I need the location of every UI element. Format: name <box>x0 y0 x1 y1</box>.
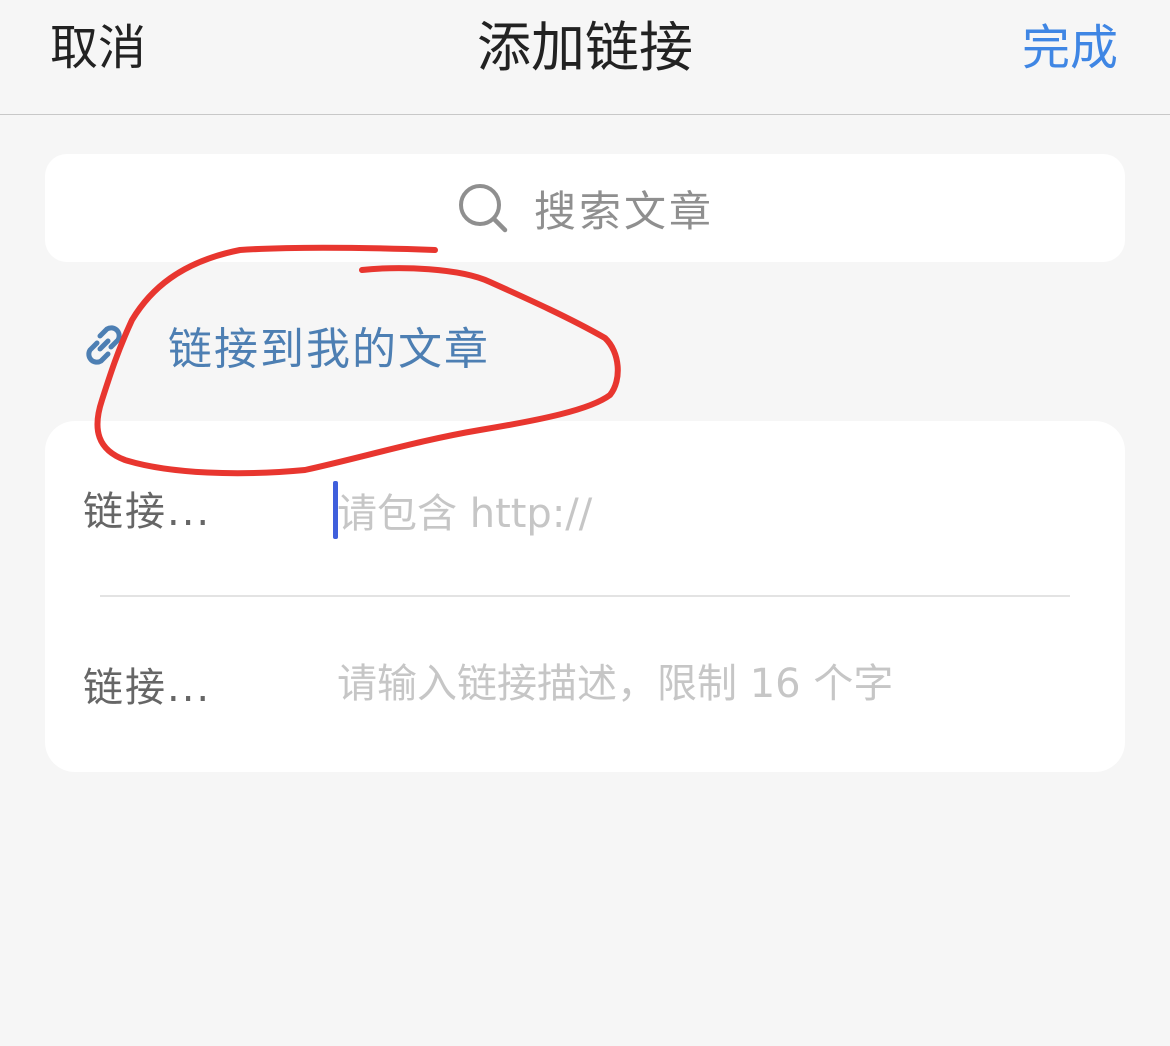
add-link-screen: 取消 添加链接 完成 搜索文章 链接到我的文章 链接... 请包含 http:/… <box>0 0 1170 1046</box>
link-to-my-articles-label: 链接到我的文章 <box>168 324 490 375</box>
search-icon <box>456 181 510 235</box>
link-to-my-articles[interactable]: 链接到我的文章 <box>78 310 490 380</box>
link-icon <box>78 319 130 371</box>
description-row: 链接... <box>45 597 1125 771</box>
description-input[interactable] <box>333 649 1097 719</box>
done-button[interactable]: 完成 <box>1022 18 1118 78</box>
url-input[interactable] <box>333 479 1097 549</box>
text-caret <box>333 481 338 539</box>
search-placeholder: 搜索文章 <box>533 186 714 236</box>
search-articles-box[interactable]: 搜索文章 <box>45 154 1125 262</box>
cancel-button[interactable]: 取消 <box>50 18 146 78</box>
navigation-bar: 取消 添加链接 完成 <box>0 0 1170 115</box>
url-row: 链接... <box>45 421 1125 595</box>
page-title: 添加链接 <box>477 16 693 79</box>
url-field-label: 链接... <box>83 489 212 535</box>
link-form-card: 链接... 链接... <box>45 421 1125 772</box>
description-field-label: 链接... <box>83 665 212 711</box>
